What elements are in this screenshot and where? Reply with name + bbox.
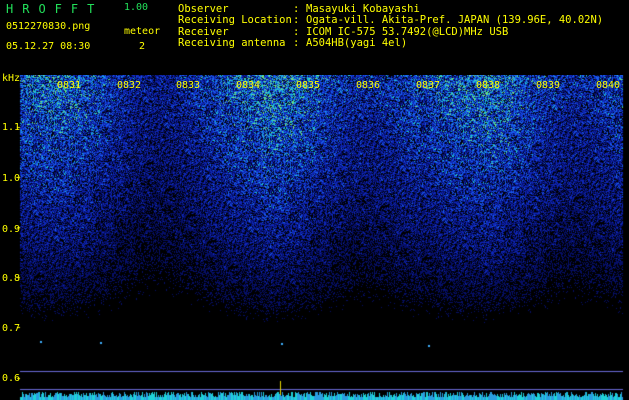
meteor-label: meteor	[124, 26, 161, 37]
time-tick-label: 0833	[176, 80, 201, 91]
y-tick-label: 0.7	[2, 323, 21, 334]
y-tick-label: 1.1	[2, 122, 21, 133]
time-tick-label: 0831	[57, 80, 82, 91]
info-colon: :	[293, 14, 300, 27]
station-info: Observer: Masayuki Kobayashi Receiving Lo…	[178, 3, 604, 49]
time-tick-label: 0838	[476, 80, 501, 91]
info-key: Receiving Location	[178, 14, 292, 27]
info-value: A504HB(yagi 4el)	[306, 36, 408, 49]
info-colon: :	[293, 36, 300, 49]
time-tick-label: 0834	[236, 80, 261, 91]
app-title: HROFFT	[6, 2, 104, 16]
time-tick-label: 0837	[416, 80, 441, 91]
info-value: ICOM IC-575 53.7492(@LCD)MHz USB	[306, 25, 509, 38]
header-panel: HROFFT 1.00 0512270830.png meteor 05.12.…	[0, 0, 629, 75]
info-row-antenna: Receiving antenna: A504HB(yagi 4el)	[178, 36, 603, 49]
y-axis-unit: kHz	[2, 73, 21, 84]
file-name: 0512270830.png	[6, 21, 91, 32]
y-tick-label: 1.0	[2, 173, 21, 184]
info-value: Ogata-vill. Akita-Pref. JAPAN (139.96E, …	[306, 14, 604, 27]
y-tick-label: 0.9	[2, 224, 21, 235]
app-version: 1.00	[124, 2, 149, 13]
time-tick-label: 0836	[356, 80, 381, 91]
y-tick-label: 0.8	[2, 273, 21, 284]
timestamp: 05.12.27 08:30	[6, 41, 91, 52]
time-tick-label: 0835	[296, 80, 321, 91]
spectrogram-canvas	[0, 75, 629, 400]
meteor-count: 2	[139, 41, 146, 52]
info-value: Masayuki Kobayashi	[306, 3, 420, 15]
y-tick-label: 0.6	[2, 373, 21, 384]
time-tick-label: 0840	[596, 80, 621, 91]
time-tick-label: 0839	[536, 80, 561, 91]
info-key: Receiving antenna	[178, 36, 286, 49]
time-tick-label: 0832	[117, 80, 142, 91]
